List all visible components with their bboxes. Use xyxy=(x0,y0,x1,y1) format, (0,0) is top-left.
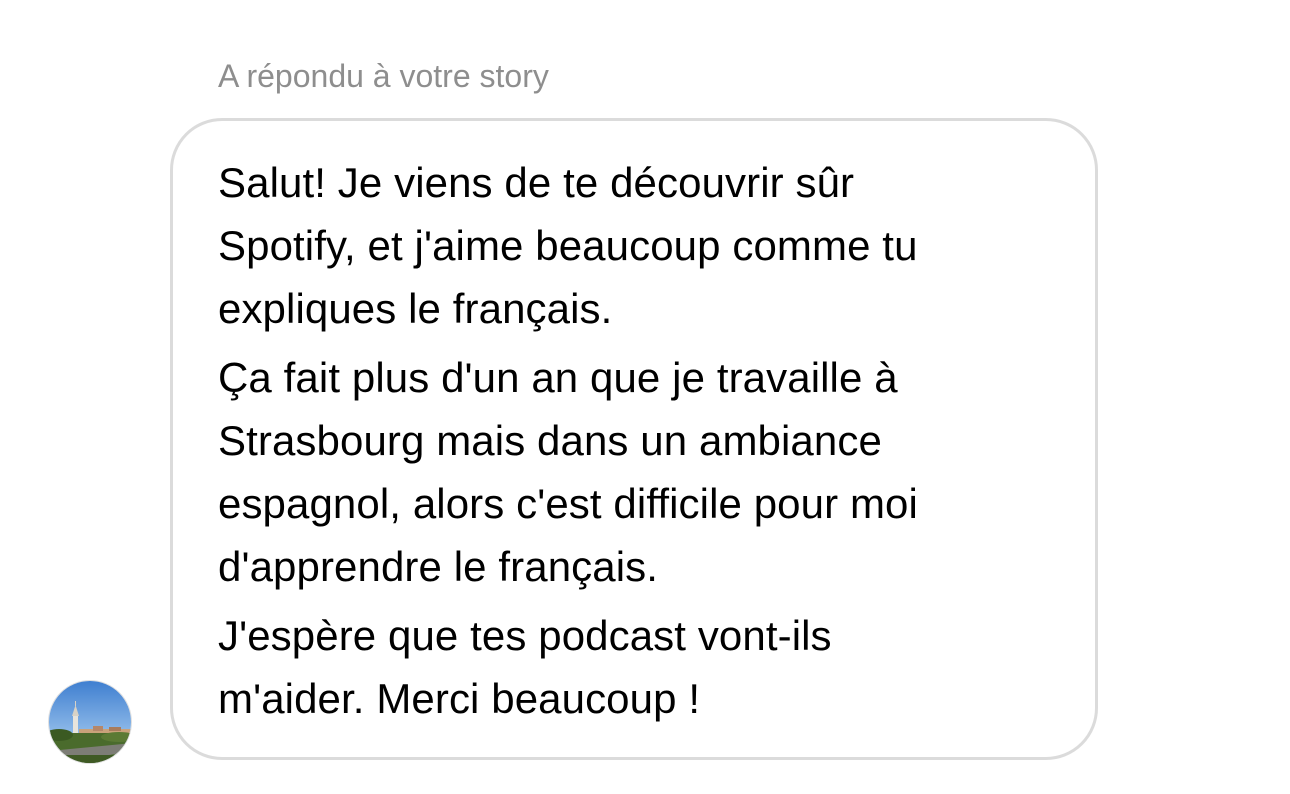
message-paragraph: Salut! Je viens de te découvrir sûr Spot… xyxy=(218,151,1095,340)
message-line: Salut! Je viens de te découvrir sûr xyxy=(218,159,855,206)
story-reply-message: A répondu à votre story Salut! Je viens … xyxy=(0,0,1290,794)
message-paragraph: Ça fait plus d'un an que je travaille à … xyxy=(218,346,1095,598)
sender-avatar[interactable] xyxy=(48,680,132,764)
message-line: Ça fait plus d'un an que je travaille à xyxy=(218,354,898,401)
message-line: Spotify, et j'aime beaucoup comme tu xyxy=(218,222,918,269)
message-line: d'apprendre le français. xyxy=(218,543,659,590)
message-line: m'aider. Merci beaucoup ! xyxy=(218,675,701,722)
message-line: espagnol, alors c'est difficile pour moi xyxy=(218,480,918,527)
message-line: Strasbourg mais dans un ambiance xyxy=(218,417,882,464)
message-line: expliques le français. xyxy=(218,285,613,332)
message-line: J'espère que tes podcast vont-ils xyxy=(218,612,832,659)
story-reply-caption[interactable]: A répondu à votre story xyxy=(218,56,549,96)
message-paragraph: J'espère que tes podcast vont-ils m'aide… xyxy=(218,604,1095,730)
profile-photo-icon xyxy=(49,681,131,763)
message-bubble[interactable]: Salut! Je viens de te découvrir sûr Spot… xyxy=(170,118,1098,760)
